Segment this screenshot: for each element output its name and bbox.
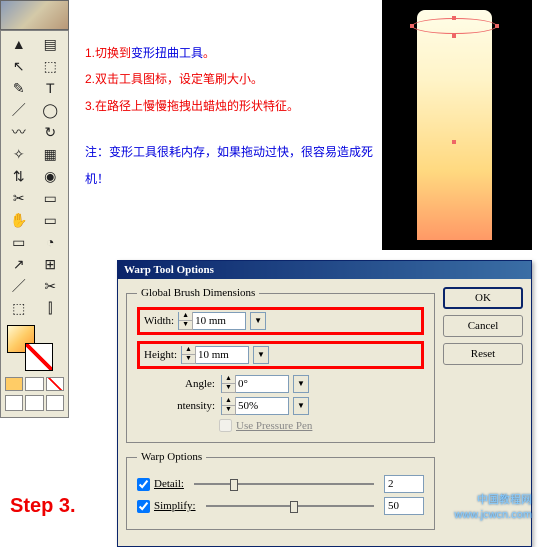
angle-field[interactable] [236, 378, 284, 390]
tool-button[interactable]: ⬚ [3, 297, 35, 319]
tool-button[interactable]: ⬚ [35, 55, 67, 77]
stroke-swatch-none[interactable] [25, 343, 53, 371]
tool-button[interactable]: ／ [3, 99, 35, 121]
dropdown-icon[interactable]: ▼ [250, 312, 266, 330]
group-legend: Global Brush Dimensions [137, 287, 259, 299]
tool-button[interactable]: ▲ [3, 33, 35, 55]
detail-value[interactable] [384, 475, 424, 493]
tool-button[interactable]: ⊞ [35, 253, 67, 275]
detail-checkbox[interactable] [137, 478, 150, 491]
tool-button[interactable]: ▭ [35, 209, 67, 231]
height-input[interactable]: ▲▼ [181, 346, 249, 364]
anchor-point [452, 140, 456, 144]
anchor-point [495, 24, 499, 28]
angle-input[interactable]: ▲▼ [221, 375, 289, 393]
intensity-field[interactable] [236, 400, 284, 412]
height-highlight: Height: ▲▼ ▼ [137, 341, 424, 369]
angle-label: Angle: [137, 378, 215, 390]
tool-button[interactable]: ◔ [35, 231, 67, 253]
tool-button[interactable]: ✧ [3, 143, 35, 165]
screen-mode-b[interactable] [25, 395, 43, 411]
width-input[interactable]: ▲▼ [178, 312, 246, 330]
spin-down-icon[interactable]: ▼ [182, 355, 195, 364]
anchor-point [452, 34, 456, 38]
simplify-label: Simplify: [154, 500, 196, 512]
height-field[interactable] [196, 349, 244, 361]
tool-button[interactable]: ↻ [35, 121, 67, 143]
intensity-input[interactable]: ▲▼ [221, 397, 289, 415]
spin-down-icon[interactable]: ▼ [222, 384, 235, 393]
tool-button[interactable]: 〰 [3, 121, 35, 143]
color-swatch-area[interactable] [5, 323, 64, 373]
color-mode-solid[interactable] [5, 377, 23, 391]
width-highlight: Width: ▲▼ ▼ [137, 307, 424, 335]
dialog-titlebar[interactable]: Warp Tool Options [118, 261, 531, 279]
tool-button[interactable]: ✂ [3, 187, 35, 209]
tool-button[interactable]: ▤ [35, 33, 67, 55]
ok-button[interactable]: OK [443, 287, 523, 309]
intensity-label: ntensity: [137, 400, 215, 412]
screen-mode-c[interactable] [46, 395, 64, 411]
header-thumbnail [0, 0, 69, 30]
spin-down-icon[interactable]: ▼ [179, 321, 192, 330]
tool-button[interactable]: ▭ [35, 187, 67, 209]
group-legend: Warp Options [137, 451, 206, 463]
tool-button[interactable]: ⫿ [35, 297, 67, 319]
simplify-checkbox[interactable] [137, 500, 150, 513]
width-label: Width: [144, 315, 174, 327]
tool-button[interactable]: T [35, 77, 67, 99]
screen-mode-a[interactable] [5, 395, 23, 411]
canvas-preview [382, 0, 532, 250]
width-field[interactable] [193, 315, 241, 327]
dropdown-icon[interactable]: ▼ [293, 375, 309, 393]
spin-down-icon[interactable]: ▼ [222, 406, 235, 415]
global-brush-dimensions-group: Global Brush Dimensions Width: ▲▼ ▼ Heig… [126, 287, 435, 443]
screen-mode-row [5, 395, 64, 411]
anchor-point [410, 24, 414, 28]
tool-button[interactable]: ✎ [3, 77, 35, 99]
simplify-slider[interactable] [206, 499, 374, 513]
dropdown-icon[interactable]: ▼ [253, 346, 269, 364]
tool-button[interactable]: ◯ [35, 99, 67, 121]
watermark: 中国教程网 www.jcwcn.com [454, 493, 532, 522]
color-mode-none[interactable] [46, 377, 64, 391]
pressure-pen-checkbox [219, 419, 232, 432]
height-label: Height: [144, 349, 177, 361]
toolbox-panel: ▲▤↖⬚✎T／◯〰↻✧▦⇅◉✂▭✋▭▭◔↗⊞／✂⬚⫿ [0, 30, 69, 418]
tool-button[interactable]: ↗ [3, 253, 35, 275]
tool-button[interactable]: ／ [3, 275, 35, 297]
tool-button[interactable]: ▭ [3, 231, 35, 253]
anchor-point [452, 16, 456, 20]
instruction-text: 1.切换到变形扭曲工具。 2.双击工具图标，设定笔刷大小。 3.在路径上慢慢拖拽… [85, 40, 385, 192]
pressure-pen-label: Use Pressure Pen [236, 420, 312, 432]
warp-options-group: Warp Options Detail: Simplify: [126, 451, 435, 530]
reset-button[interactable]: Reset [443, 343, 523, 365]
tool-button[interactable]: ↖ [3, 55, 35, 77]
warp-path [412, 18, 497, 34]
tool-button[interactable]: ◉ [35, 165, 67, 187]
detail-slider[interactable] [194, 477, 374, 491]
color-mode-gradient[interactable] [25, 377, 43, 391]
candle-shape [417, 10, 492, 240]
dropdown-icon[interactable]: ▼ [293, 397, 309, 415]
tool-button[interactable]: ⇅ [3, 165, 35, 187]
tool-button[interactable]: ✋ [3, 209, 35, 231]
tool-button[interactable]: ▦ [35, 143, 67, 165]
color-mode-row [5, 377, 64, 391]
tool-button[interactable]: ✂ [35, 275, 67, 297]
detail-label: Detail: [154, 478, 184, 490]
cancel-button[interactable]: Cancel [443, 315, 523, 337]
step-label: Step 3. [10, 495, 76, 518]
simplify-value[interactable] [384, 497, 424, 515]
